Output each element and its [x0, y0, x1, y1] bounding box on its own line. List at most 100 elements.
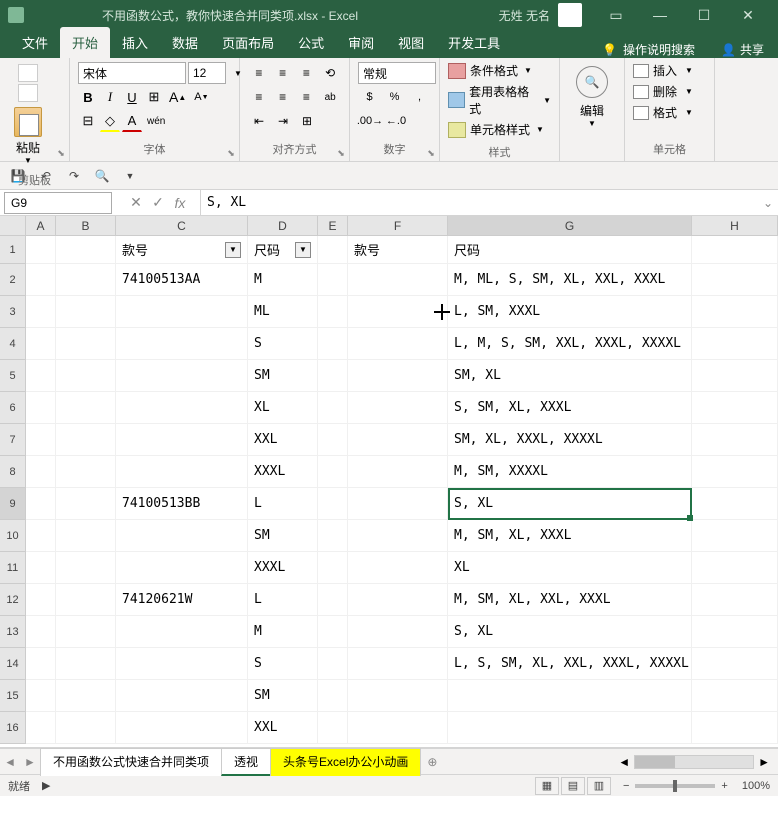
- orientation-button[interactable]: ⟲: [319, 62, 341, 84]
- cell[interactable]: [116, 392, 248, 424]
- print-preview-button[interactable]: 🔍: [92, 166, 112, 186]
- cell[interactable]: M: [248, 264, 318, 296]
- cell[interactable]: SM, XL, XXXL, XXXXL: [448, 424, 692, 456]
- cell[interactable]: [318, 392, 348, 424]
- tab-文件[interactable]: 文件: [10, 27, 60, 58]
- cell[interactable]: L, SM, XXXL: [448, 296, 692, 328]
- cell[interactable]: [692, 424, 778, 456]
- cell[interactable]: [318, 520, 348, 552]
- redo-button[interactable]: ↷: [64, 166, 84, 186]
- cell[interactable]: M, SM, XL, XXXL: [448, 520, 692, 552]
- increase-decimal-button[interactable]: .00→: [358, 110, 382, 132]
- cell[interactable]: S, XL: [448, 616, 692, 648]
- copy-button[interactable]: [18, 84, 38, 102]
- align-bottom-button[interactable]: ≡: [296, 62, 318, 84]
- fill-color-button[interactable]: ◇: [100, 110, 120, 132]
- cell[interactable]: [692, 392, 778, 424]
- cell[interactable]: [56, 328, 116, 360]
- cell[interactable]: [26, 552, 56, 584]
- cell[interactable]: [56, 424, 116, 456]
- cell[interactable]: XXL: [248, 712, 318, 744]
- column-header-B[interactable]: B: [56, 216, 116, 235]
- phonetic-button[interactable]: wén: [144, 110, 168, 132]
- conditional-format-button[interactable]: 条件格式▼: [448, 62, 551, 79]
- cell[interactable]: 尺码: [448, 236, 692, 264]
- cell[interactable]: M, SM, XL, XXL, XXXL: [448, 584, 692, 616]
- cell[interactable]: [348, 552, 448, 584]
- wrap-text-button[interactable]: ab: [319, 86, 341, 108]
- zoom-in-button[interactable]: +: [721, 780, 727, 792]
- cell[interactable]: [26, 360, 56, 392]
- cell[interactable]: [348, 680, 448, 712]
- zoom-slider[interactable]: [635, 784, 715, 788]
- cell[interactable]: [318, 584, 348, 616]
- cell[interactable]: [26, 616, 56, 648]
- clipboard-launcher[interactable]: ⬊: [55, 147, 67, 159]
- maximize-icon[interactable]: ☐: [682, 0, 726, 30]
- cell[interactable]: [318, 424, 348, 456]
- cell[interactable]: SM, XL: [448, 360, 692, 392]
- align-middle-button[interactable]: ≡: [272, 62, 294, 84]
- increase-indent-button[interactable]: ⇥: [272, 110, 294, 132]
- cell[interactable]: S, XL: [448, 488, 692, 520]
- cell[interactable]: [26, 680, 56, 712]
- cell[interactable]: [348, 456, 448, 488]
- cell[interactable]: [692, 520, 778, 552]
- filter-button[interactable]: ▼: [295, 242, 311, 258]
- cell[interactable]: XXXL: [248, 456, 318, 488]
- row-header[interactable]: 15: [0, 680, 26, 712]
- align-center-button[interactable]: ≡: [272, 86, 294, 108]
- share-button[interactable]: 👤 共享: [707, 41, 778, 58]
- cell[interactable]: [318, 648, 348, 680]
- cell[interactable]: L: [248, 584, 318, 616]
- cell[interactable]: ML: [248, 296, 318, 328]
- cell[interactable]: [348, 264, 448, 296]
- cell[interactable]: [26, 392, 56, 424]
- decrease-decimal-button[interactable]: ←.0: [384, 110, 408, 132]
- cell[interactable]: XXL: [248, 424, 318, 456]
- font-color-button[interactable]: A: [122, 110, 142, 132]
- row-header[interactable]: 11: [0, 552, 26, 584]
- row-header[interactable]: 7: [0, 424, 26, 456]
- cell[interactable]: SM: [248, 360, 318, 392]
- cut-button[interactable]: [18, 64, 38, 82]
- cell[interactable]: [116, 712, 248, 744]
- row-header[interactable]: 14: [0, 648, 26, 680]
- record-macro-button[interactable]: ▶: [42, 779, 50, 792]
- percent-button[interactable]: %: [383, 86, 406, 108]
- cell[interactable]: 款号▼: [116, 236, 248, 264]
- cell[interactable]: [116, 328, 248, 360]
- row-header[interactable]: 4: [0, 328, 26, 360]
- underline-button[interactable]: U: [122, 86, 142, 108]
- zoom-out-button[interactable]: −: [623, 780, 629, 792]
- cell[interactable]: [26, 236, 56, 264]
- row-header[interactable]: 16: [0, 712, 26, 744]
- align-left-button[interactable]: ≡: [248, 86, 270, 108]
- bold-button[interactable]: B: [78, 86, 98, 108]
- cell[interactable]: [348, 296, 448, 328]
- cell[interactable]: [318, 488, 348, 520]
- align-top-button[interactable]: ≡: [248, 62, 270, 84]
- name-box[interactable]: [4, 192, 112, 214]
- normal-view-button[interactable]: ▦: [535, 777, 559, 795]
- row-header[interactable]: 5: [0, 360, 26, 392]
- column-header-H[interactable]: H: [692, 216, 778, 235]
- cell[interactable]: 尺码▼: [248, 236, 318, 264]
- cell[interactable]: [116, 360, 248, 392]
- align-right-button[interactable]: ≡: [296, 86, 318, 108]
- cell[interactable]: [318, 552, 348, 584]
- page-break-view-button[interactable]: ▥: [587, 777, 611, 795]
- column-header-D[interactable]: D: [248, 216, 318, 235]
- sheet-nav[interactable]: ◄►: [0, 755, 40, 769]
- row-header[interactable]: 8: [0, 456, 26, 488]
- font-name-select[interactable]: [78, 62, 186, 84]
- row-header[interactable]: 10: [0, 520, 26, 552]
- cell[interactable]: [348, 648, 448, 680]
- cell[interactable]: [56, 264, 116, 296]
- fx-button[interactable]: fx: [170, 193, 190, 213]
- row-header[interactable]: 9: [0, 488, 26, 520]
- cell[interactable]: [692, 552, 778, 584]
- filter-button[interactable]: ▼: [225, 242, 241, 258]
- cell[interactable]: [692, 712, 778, 744]
- cell[interactable]: [56, 488, 116, 520]
